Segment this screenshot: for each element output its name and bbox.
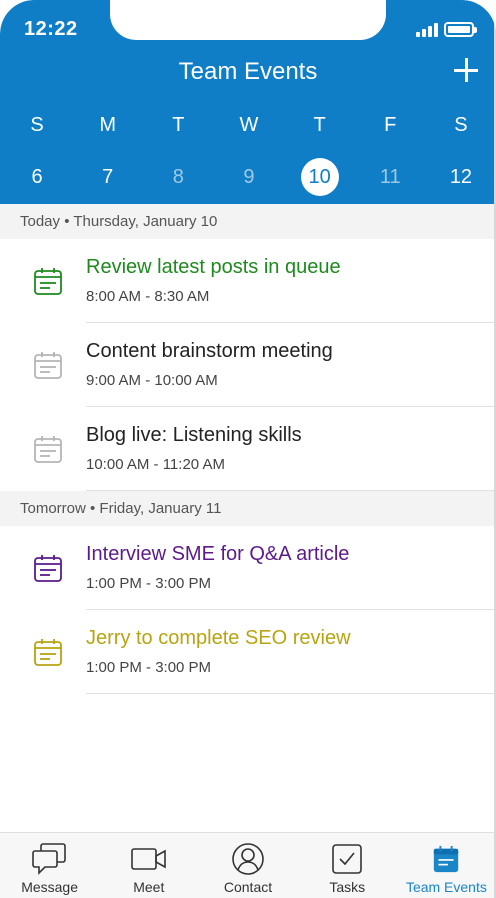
signal-icon — [416, 23, 438, 37]
row-divider — [86, 693, 496, 694]
day-column[interactable]: S 12 — [426, 112, 496, 196]
day-column[interactable]: T8 — [143, 112, 213, 196]
tab-label: Tasks — [329, 879, 366, 895]
device-notch — [110, 0, 386, 40]
event-time: 1:00 PM - 3:00 PM — [86, 575, 212, 592]
event-title: Interview SME for Q&A article — [86, 543, 350, 565]
day-letter: S — [454, 114, 468, 136]
tab-message[interactable]: Message — [0, 833, 99, 898]
week-strip: S 6 M 7 T 8 W 9 T 10 F 11 S 12 — [2, 112, 496, 196]
battery-icon — [444, 22, 477, 37]
calendar-icon — [32, 552, 64, 584]
event-time: 8:00 AM - 8:30 AM — [86, 288, 210, 305]
day-letter: T — [172, 114, 185, 136]
tab-bar: Message Meet Contact Tasks Team Events — [0, 832, 496, 898]
calendar-icon — [32, 349, 64, 381]
day-column[interactable]: W9 — [214, 112, 284, 196]
calendar-icon — [32, 265, 64, 297]
tab-label: Team Events — [405, 879, 487, 895]
day-column[interactable]: F 11 — [355, 112, 425, 196]
day-letter: S — [30, 114, 44, 136]
tab-meet[interactable]: Meet — [99, 833, 198, 898]
event-title: Jerry to complete SEO review — [86, 627, 351, 649]
tab-tasks[interactable]: Tasks — [298, 833, 397, 898]
event-row[interactable]: Content brainstorm meeting 9:00 AM - 10:0… — [0, 323, 496, 407]
event-title: Review latest posts in queue — [86, 256, 341, 278]
status-time: 12:22 — [24, 18, 78, 40]
day-column[interactable]: M7 — [73, 112, 143, 196]
add-event-button[interactable] — [452, 56, 480, 84]
day-number[interactable]: 8 — [159, 158, 197, 196]
day-number[interactable]: 11 — [371, 158, 409, 196]
person-icon — [229, 841, 267, 877]
phone-screen: 12:22 Team Events S 6 M 7 T 8 W 9 T 10 F 11 S 12 Toda… — [0, 0, 496, 898]
day-number[interactable]: 7 — [89, 158, 127, 196]
tab-team-events[interactable]: Team Events — [397, 833, 496, 898]
day-letter: F — [384, 114, 397, 136]
day-column[interactable]: S6 — [2, 112, 72, 196]
day-number[interactable]: 6 — [18, 158, 56, 196]
tab-label: Contact — [223, 879, 273, 895]
day-letter: M — [99, 114, 116, 136]
section-heading: Tomorrow • Friday, January 11 — [0, 491, 496, 526]
video-camera-icon — [130, 841, 168, 877]
section-heading: Today • Thursday, January 10 — [0, 204, 496, 239]
message-icon — [31, 841, 69, 877]
selected-day-number[interactable]: 10 — [300, 158, 339, 196]
tab-contact[interactable]: Contact — [198, 833, 297, 898]
event-time: 1:00 PM - 3:00 PM — [86, 659, 212, 676]
event-title: Content brainstorm meeting — [86, 340, 333, 362]
day-number[interactable]: 12 — [442, 158, 480, 196]
day-column[interactable]: T 10 — [285, 112, 355, 196]
calendar-icon — [32, 433, 64, 465]
day-letter: W — [239, 114, 259, 136]
checkbox-icon — [328, 841, 366, 877]
event-row[interactable]: Jerry to complete SEO review 1:00 PM - 3:… — [0, 610, 496, 694]
event-time: 10:00 AM - 11:20 AM — [86, 456, 225, 473]
status-indicators — [416, 22, 477, 37]
page-title: Team Events — [178, 58, 318, 85]
event-time: 9:00 AM - 10:00 AM — [86, 372, 218, 389]
day-letter: T — [313, 114, 326, 136]
app-header: 12:22 Team Events S 6 M 7 T 8 W 9 T 10 F 11 S 12 — [0, 0, 496, 204]
event-row[interactable]: Review latest posts in queue 8:00 AM - 8:… — [0, 239, 496, 323]
tab-label: Meet — [133, 879, 165, 895]
event-title: Blog live: Listening skills — [86, 424, 302, 446]
day-number[interactable]: 9 — [230, 158, 268, 196]
tab-label: Message — [21, 879, 78, 895]
event-row[interactable]: Interview SME for Q&A article 1:00 PM - 3… — [0, 526, 496, 610]
calendar-icon — [427, 841, 465, 877]
event-row[interactable]: Blog live: Listening skills 10:00 AM - 11… — [0, 407, 496, 491]
calendar-icon — [32, 636, 64, 668]
